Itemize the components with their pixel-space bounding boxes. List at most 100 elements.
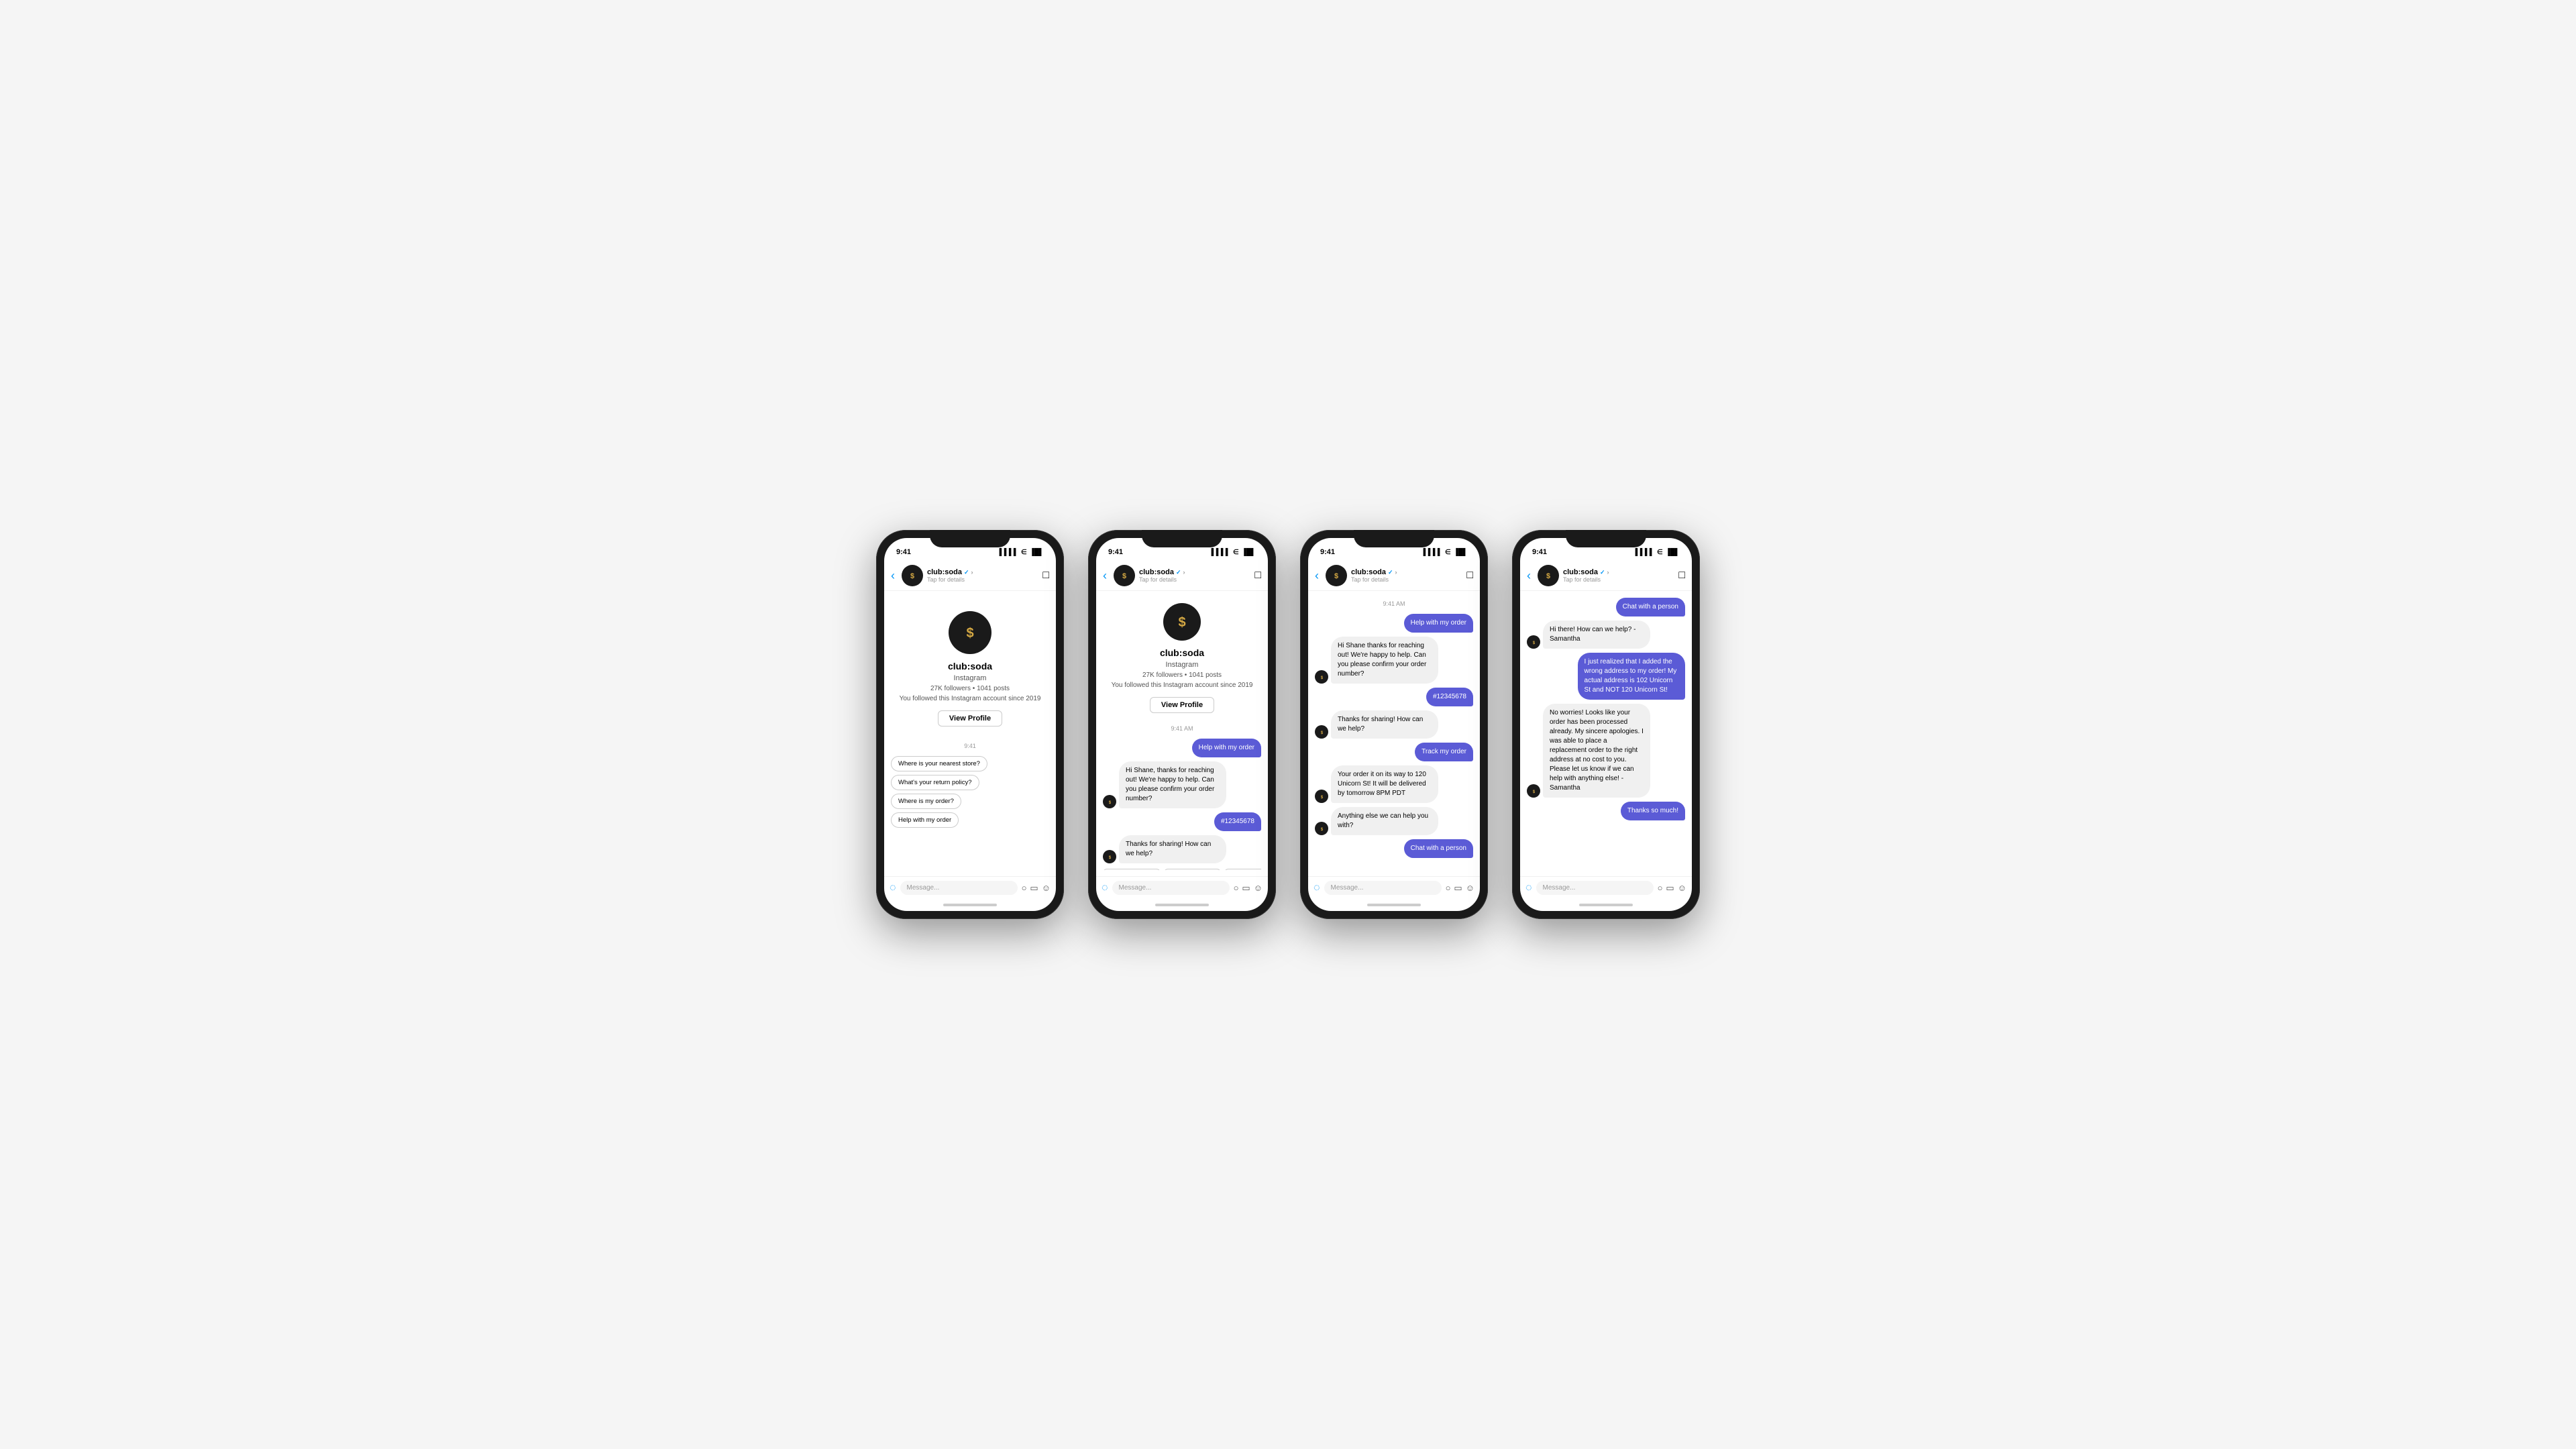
status-icons-1: ▌▌▌▌ ∈ ▐█▌ <box>1000 549 1044 556</box>
message-input-4[interactable]: Message... <box>1536 881 1654 895</box>
chevron-icon-4: › <box>1607 569 1609 576</box>
video-icon-4[interactable]: □ <box>1678 570 1685 582</box>
profile-avatar-large: $ <box>949 611 991 654</box>
profile-platform: Instagram <box>954 674 987 682</box>
qr-track-order-2[interactable]: Track my order <box>1103 869 1161 870</box>
camera-icon-3[interactable]: ◌ <box>1313 882 1320 894</box>
home-indicator-1 <box>884 899 1056 911</box>
header-info-1: club:soda ✓ › Tap for details <box>927 568 1038 583</box>
back-button-4[interactable]: ‹ <box>1524 568 1534 584</box>
status-icons-3: ▌▌▌▌ ∈ ▐█▌ <box>1424 549 1468 556</box>
back-button-1[interactable]: ‹ <box>888 568 898 584</box>
image-icon-3[interactable]: ▭ <box>1454 883 1462 894</box>
back-button-2[interactable]: ‹ <box>1100 568 1110 584</box>
chat-header-3: ‹ $ club:soda ✓ › Tap for details □ <box>1308 561 1480 591</box>
msg4-recv-1: $ Hi there! How can we help? - Samantha <box>1527 621 1685 649</box>
emoji-icon-4[interactable]: ☺ <box>1678 883 1686 894</box>
svg-text:$: $ <box>1334 572 1338 580</box>
profile-stats-2: 27K followers • 1041 posts <box>1142 672 1222 679</box>
video-icon-1[interactable]: □ <box>1042 570 1049 582</box>
quick-replies-2: Track my order Initiate a return Chat wi… <box>1103 867 1261 870</box>
profile-avatar-large-2: $ <box>1163 603 1201 641</box>
profile-card-2: $ club:soda Instagram 27K followers • 10… <box>1103 598 1261 718</box>
home-indicator-3 <box>1308 899 1480 911</box>
message-input-2[interactable]: Message... <box>1112 881 1230 895</box>
video-icon-2[interactable]: □ <box>1254 570 1261 582</box>
image-icon-2[interactable]: ▭ <box>1242 883 1250 894</box>
profile-card: $ club:soda Instagram 27K followers • 10… <box>891 598 1049 736</box>
timestamp-2: 9:41 AM <box>1103 725 1261 732</box>
input-bar-3: ◌ Message... ○ ▭ ☺ <box>1308 876 1480 899</box>
msg4-recv-2: $ No worries! Looks like your order has … <box>1527 704 1685 798</box>
header-sub-2: Tap for details <box>1139 576 1250 583</box>
bubble3-2: #12345678 <box>1426 688 1473 706</box>
msg-recv-2: $ Thanks for sharing! How can we help? <box>1103 835 1261 863</box>
bubble3-1: Help with my order <box>1404 614 1473 633</box>
bot-avatar-3d: $ <box>1315 822 1328 835</box>
time-3: 9:41 <box>1320 548 1335 556</box>
chat-header-1: ‹ $ club:soda ✓ › Tap for details □ <box>884 561 1056 591</box>
emoji-icon-1[interactable]: ☺ <box>1042 883 1051 894</box>
header-sub-4: Tap for details <box>1563 576 1674 583</box>
qr-where-order[interactable]: Where is my order? <box>891 794 961 809</box>
signal-icon-4: ▌▌▌▌ <box>1635 549 1654 556</box>
chat-header-4: ‹ $ club:soda ✓ › Tap for details □ <box>1520 561 1692 591</box>
bot-avatar-2: $ <box>1103 850 1116 863</box>
view-profile-button[interactable]: View Profile <box>938 710 1002 727</box>
profile-name: club:soda <box>948 661 992 672</box>
qr-initiate-return-2[interactable]: Initiate a return <box>1164 869 1221 870</box>
chat-body-3: 9:41 AM Help with my order $ Hi Shane th… <box>1308 591 1480 876</box>
bubble3-3: Track my order <box>1415 743 1473 761</box>
qr-help-order-1[interactable]: Help with my order <box>891 812 959 828</box>
qr-return-policy[interactable]: What's your return policy? <box>891 775 979 790</box>
camera-icon-1[interactable]: ◌ <box>890 882 896 894</box>
camera-icon-2[interactable]: ◌ <box>1102 882 1108 894</box>
video-icon-3[interactable]: □ <box>1466 570 1473 582</box>
home-bar-1 <box>943 904 997 906</box>
header-sub-3: Tap for details <box>1351 576 1462 583</box>
verified-icon-2: ✓ <box>1176 569 1181 576</box>
mic-icon-1[interactable]: ○ <box>1022 883 1027 894</box>
view-profile-button-2[interactable]: View Profile <box>1150 697 1214 713</box>
image-icon-1[interactable]: ▭ <box>1030 883 1038 894</box>
mic-icon-4[interactable]: ○ <box>1658 883 1663 894</box>
time-2: 9:41 <box>1108 548 1123 556</box>
qr-chat-person-2[interactable]: Chat with <box>1224 869 1261 870</box>
bubble4-recv-1: Hi there! How can we help? - Samantha <box>1543 621 1650 649</box>
signal-icon: ▌▌▌▌ <box>1000 549 1018 556</box>
image-icon-4[interactable]: ▭ <box>1666 883 1674 894</box>
phone-2: 9:41 ▌▌▌▌ ∈ ▐█▌ ‹ $ club:soda <box>1088 530 1276 919</box>
input-icons-3: ○ ▭ ☺ <box>1446 883 1474 894</box>
message-input-1[interactable]: Message... <box>900 881 1018 895</box>
mic-icon-2[interactable]: ○ <box>1234 883 1239 894</box>
back-button-3[interactable]: ‹ <box>1312 568 1322 584</box>
chat-body-2: $ club:soda Instagram 27K followers • 10… <box>1096 591 1268 876</box>
timestamp-3: 9:41 AM <box>1315 600 1473 607</box>
wifi-icon-2: ∈ <box>1233 549 1239 556</box>
msg3-recv-1: $ Hi Shane thanks for reaching out! We'r… <box>1315 637 1473 684</box>
qr-nearest-store[interactable]: Where is your nearest store? <box>891 756 987 771</box>
battery-icon-3: ▐█▌ <box>1454 549 1468 556</box>
bubble-order-num: #12345678 <box>1214 812 1261 831</box>
home-indicator-4 <box>1520 899 1692 911</box>
msg3-sent-4: Chat with a person <box>1315 839 1473 858</box>
emoji-icon-3[interactable]: ☺ <box>1466 883 1474 894</box>
message-input-3[interactable]: Message... <box>1324 881 1442 895</box>
notch-4 <box>1566 530 1646 547</box>
input-icons-4: ○ ▭ ☺ <box>1658 883 1686 894</box>
bubble4-1: Chat with a person <box>1616 598 1685 616</box>
svg-text:$: $ <box>910 572 914 580</box>
mic-icon-3[interactable]: ○ <box>1446 883 1451 894</box>
wifi-icon-3: ∈ <box>1445 549 1451 556</box>
brand-avatar-3: $ <box>1326 565 1347 586</box>
emoji-icon-2[interactable]: ☺ <box>1254 883 1263 894</box>
bubble3-recv-1: Hi Shane thanks for reaching out! We're … <box>1331 637 1438 684</box>
signal-icon-2: ▌▌▌▌ <box>1212 549 1230 556</box>
input-icons-1: ○ ▭ ☺ <box>1022 883 1051 894</box>
time-1: 9:41 <box>896 548 911 556</box>
notch-2 <box>1142 530 1222 547</box>
msg3-sent-3: Track my order <box>1315 743 1473 761</box>
msg3-sent-1: Help with my order <box>1315 614 1473 633</box>
camera-icon-4[interactable]: ◌ <box>1525 882 1532 894</box>
wifi-icon: ∈ <box>1021 549 1027 556</box>
